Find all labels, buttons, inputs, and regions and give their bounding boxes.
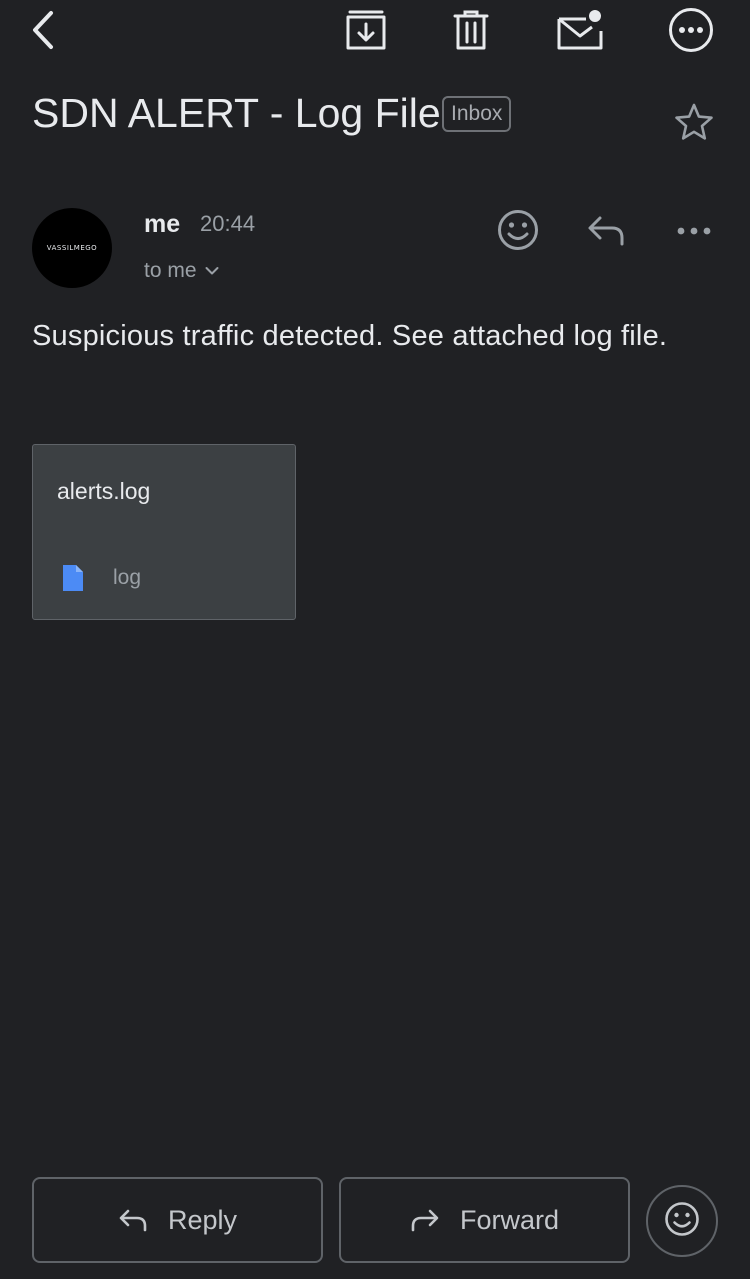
add-reaction-button[interactable] <box>494 208 542 256</box>
attachment-card[interactable]: alerts.log log <box>32 444 296 620</box>
bottom-forward-button[interactable]: Forward <box>339 1177 630 1263</box>
attachment-name: alerts.log <box>57 478 151 504</box>
attachment-type: log <box>113 566 142 589</box>
message-more-button[interactable] <box>670 208 718 256</box>
bottom-reply-button[interactable]: Reply <box>32 1177 323 1263</box>
reply-icon <box>118 1208 148 1232</box>
archive-button[interactable] <box>342 6 390 54</box>
archive-icon <box>345 9 387 51</box>
inbox-label-chip[interactable]: Inbox <box>442 96 512 132</box>
emoji-icon <box>497 209 539 256</box>
bottom-emoji-button[interactable] <box>646 1185 718 1257</box>
forward-icon <box>410 1208 440 1232</box>
star-button[interactable] <box>670 100 718 148</box>
avatar-logo-text: VASSILMEGO <box>46 244 98 252</box>
message-time: 20:44 <box>200 211 256 236</box>
email-subject: SDN ALERT - Log File <box>32 90 441 136</box>
reply-button[interactable] <box>582 208 630 256</box>
emoji-icon <box>664 1201 700 1242</box>
mark-unread-icon <box>556 9 604 51</box>
file-icon <box>61 563 85 598</box>
mark-unread-button[interactable] <box>556 6 604 54</box>
more-options-icon <box>668 7 714 53</box>
delete-button[interactable] <box>447 6 495 54</box>
more-options-button[interactable] <box>667 6 715 54</box>
more-horizontal-icon <box>676 223 712 241</box>
star-icon <box>674 102 714 147</box>
forward-button-label: Forward <box>459 1204 560 1235</box>
back-icon <box>29 10 59 50</box>
sender-name: me <box>144 210 181 238</box>
recipient-details-toggle[interactable]: to me <box>144 256 219 286</box>
message-body: Suspicious traffic detected. See attache… <box>32 320 668 352</box>
reply-icon <box>586 213 626 252</box>
delete-icon <box>452 9 490 51</box>
recipient-text: to me <box>144 259 197 282</box>
reply-button-label: Reply <box>167 1204 238 1235</box>
chevron-down-icon <box>205 266 219 276</box>
back-button[interactable] <box>20 6 68 54</box>
sender-avatar[interactable]: VASSILMEGO <box>32 208 112 288</box>
